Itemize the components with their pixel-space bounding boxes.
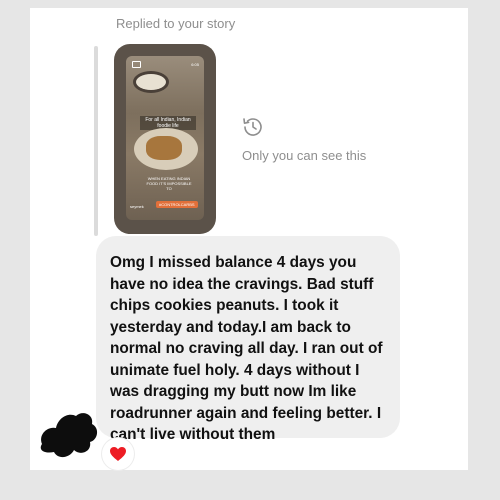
food-graphic [146,136,182,160]
dm-thread: Replied to your story 6:05 For all India… [30,8,468,470]
bowl-graphic [136,74,166,90]
story-image: 6:05 For all Indian, Indian foodie life … [126,56,204,220]
story-hashtag: #CONTROLCARBS [156,201,198,208]
story-time: 6:05 [191,62,199,67]
history-icon [243,118,262,136]
reply-indicator-bar [94,46,98,236]
replied-to-story-label: Replied to your story [116,16,236,31]
message-bubble[interactable]: Omg I missed balance 4 days you have no … [96,236,400,443]
story-caption-bottom: WHEN EATING INDIAN FOOD IT'S IMPOSSIBLE … [146,176,192,191]
story-username: seymek [130,204,144,209]
message-text: Omg I missed balance 4 days you have no … [110,254,383,443]
camera-icon [132,61,141,68]
avatar[interactable] [36,404,102,462]
heart-icon [110,447,126,461]
story-preview-card[interactable]: 6:05 For all Indian, Indian foodie life … [114,44,216,234]
message-reaction[interactable] [102,438,134,470]
visibility-note: Only you can see this [242,148,367,163]
